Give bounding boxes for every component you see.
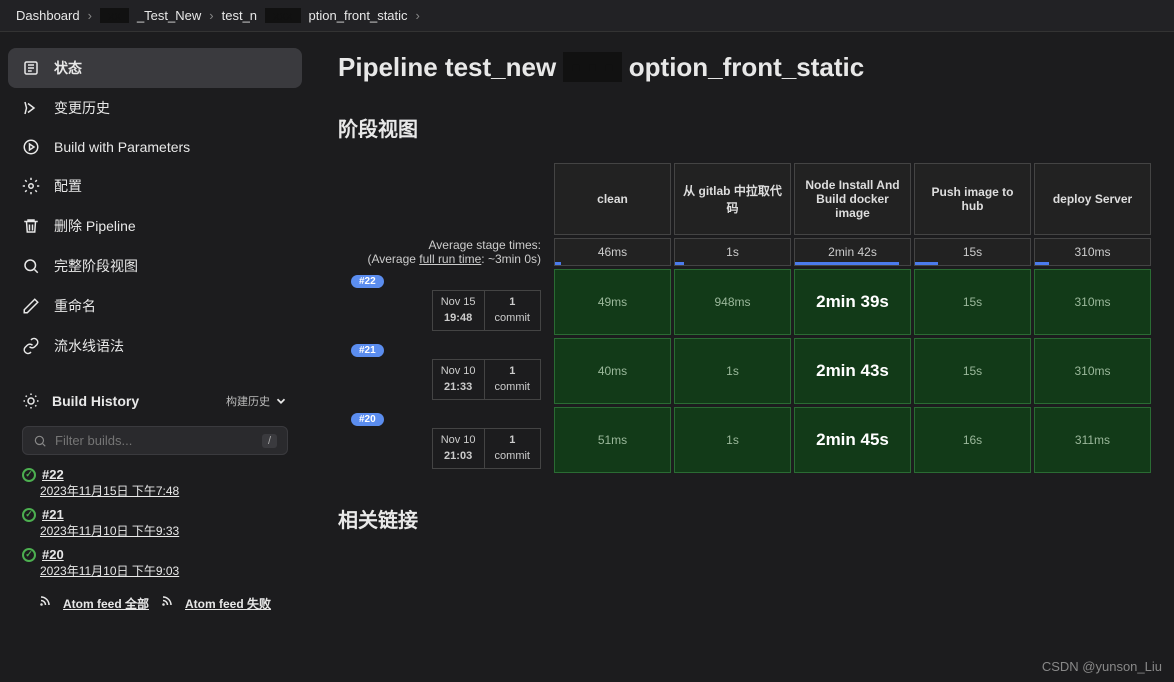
history-icon [22, 99, 40, 117]
rss-icon [161, 595, 173, 612]
trash-icon [22, 217, 40, 235]
related-links-title: 相关链接 [338, 504, 1154, 533]
stage-cell[interactable]: 15s [914, 338, 1031, 404]
nav-label: 流水线语法 [54, 336, 124, 356]
breadcrumb-item[interactable]: Dashboard [16, 8, 80, 23]
stage-average: 2min 42s [794, 238, 911, 266]
stage-cell[interactable]: 1s [674, 338, 791, 404]
run-date: Nov 1519:48 [432, 290, 485, 331]
run-id-badge[interactable]: #22 [351, 275, 384, 288]
watermark: CSDN @yunson_Liu [1042, 659, 1162, 674]
status-icon [22, 59, 40, 77]
stage-cell[interactable]: 948ms [674, 269, 791, 335]
breadcrumb: Dashboard› xx_Test_New› test_nxxxption_f… [0, 0, 1174, 32]
stage-run-row: #20 Nov 1021:03 1commit 51ms1s2min 45s16s… [341, 407, 1151, 473]
build-date[interactable]: 2023年11月10日 下午9:33 [40, 524, 179, 538]
nav-play[interactable]: Build with Parameters [8, 128, 302, 166]
sidebar: 状态变更历史 Build with Parameters 配置删除 Pipeline… [0, 32, 310, 678]
stage-view-table: clean从 gitlab 中拉取代码Node Install And Buil… [338, 160, 1154, 476]
nav-trash[interactable]: 删除 Pipeline [8, 206, 302, 246]
stage-cell[interactable]: 51ms [554, 407, 671, 473]
nav-status[interactable]: 状态 [8, 48, 302, 88]
stage-header: 从 gitlab 中拉取代码 [674, 163, 791, 235]
stage-header: deploy Server [1034, 163, 1151, 235]
stage-cell[interactable]: 2min 43s [794, 338, 911, 404]
build-history-panel: Build History 构建历史 / ✓ #22 2023年11月15日 下午7… [8, 384, 302, 624]
success-icon: ✓ [22, 508, 36, 522]
run-commits: 1commit [485, 359, 541, 400]
search-icon [22, 257, 40, 275]
run-id-badge[interactable]: #21 [351, 344, 384, 357]
run-date: Nov 1021:33 [432, 359, 485, 400]
sun-icon [22, 392, 40, 410]
nav-label: Build with Parameters [54, 139, 190, 155]
run-commits: 1commit [485, 428, 541, 469]
success-icon: ✓ [22, 548, 36, 562]
edit-icon [22, 297, 40, 315]
stage-average: 46ms [554, 238, 671, 266]
chevron-down-icon[interactable] [274, 394, 288, 408]
nav-edit[interactable]: 重命名 [8, 286, 302, 326]
stage-cell[interactable]: 15s [914, 269, 1031, 335]
nav-label: 状态 [54, 58, 82, 78]
build-history-subtitle: 构建历史 [226, 393, 270, 409]
filter-builds-input[interactable]: / [22, 426, 288, 455]
stage-run-row: #21 Nov 1021:33 1commit 40ms1s2min 43s15s… [341, 338, 1151, 404]
stage-run-row: #22 Nov 1519:48 1commit 49ms948ms2min 39s… [341, 269, 1151, 335]
stage-cell[interactable]: 311ms [1034, 407, 1151, 473]
breadcrumb-item[interactable]: test_n [222, 8, 257, 23]
breadcrumb-item[interactable]: ption_front_static [309, 8, 408, 23]
rss-icon [39, 595, 51, 612]
build-item[interactable]: ✓ #21 2023年11月10日 下午9:33 [8, 503, 302, 543]
atom-feed-fail[interactable]: Atom feed 失败 [185, 595, 271, 612]
stage-cell[interactable]: 310ms [1034, 269, 1151, 335]
stage-average: 15s [914, 238, 1031, 266]
stage-average: 1s [674, 238, 791, 266]
gear-icon [22, 177, 40, 195]
stage-average: 310ms [1034, 238, 1151, 266]
stage-cell[interactable]: 1s [674, 407, 791, 473]
main-content: Pipeline test_new ▪ ▪ ▪ option_front_sta… [310, 32, 1174, 678]
build-id[interactable]: #22 [42, 467, 64, 482]
build-date[interactable]: 2023年11月10日 下午9:03 [40, 564, 179, 578]
stage-cell[interactable]: 40ms [554, 338, 671, 404]
nav-search[interactable]: 完整阶段视图 [8, 246, 302, 286]
success-icon: ✓ [22, 468, 36, 482]
breadcrumb-item[interactable]: _Test_New [137, 8, 201, 23]
stage-cell[interactable]: 49ms [554, 269, 671, 335]
stage-header: Push image to hub [914, 163, 1031, 235]
stage-cell[interactable]: 16s [914, 407, 1031, 473]
kbd-shortcut: / [262, 434, 277, 448]
stage-view-title: 阶段视图 [338, 113, 1154, 142]
nav-link[interactable]: 流水线语法 [8, 326, 302, 366]
play-icon [22, 138, 40, 156]
stage-header: Node Install And Build docker image [794, 163, 911, 235]
build-id[interactable]: #20 [42, 547, 64, 562]
nav-gear[interactable]: 配置 [8, 166, 302, 206]
page-title: Pipeline test_new ▪ ▪ ▪ option_front_sta… [338, 52, 1154, 83]
nav-label: 配置 [54, 176, 82, 196]
stage-header: clean [554, 163, 671, 235]
build-item[interactable]: ✓ #20 2023年11月10日 下午9:03 [8, 543, 302, 583]
run-date: Nov 1021:03 [432, 428, 485, 469]
stage-cell[interactable]: 310ms [1034, 338, 1151, 404]
nav-history[interactable]: 变更历史 [8, 88, 302, 128]
nav-label: 删除 Pipeline [54, 216, 136, 236]
atom-feed-all[interactable]: Atom feed 全部 [63, 595, 149, 612]
build-history-title: Build History [52, 393, 139, 409]
stage-cell[interactable]: 2min 45s [794, 407, 911, 473]
search-icon [33, 434, 47, 448]
nav-label: 变更历史 [54, 98, 110, 118]
nav-label: 完整阶段视图 [54, 256, 138, 276]
nav-label: 重命名 [54, 296, 96, 316]
build-id[interactable]: #21 [42, 507, 64, 522]
build-date[interactable]: 2023年11月15日 下午7:48 [40, 484, 179, 498]
build-item[interactable]: ✓ #22 2023年11月15日 下午7:48 [8, 463, 302, 503]
run-commits: 1commit [485, 290, 541, 331]
run-id-badge[interactable]: #20 [351, 413, 384, 426]
link-icon [22, 337, 40, 355]
stage-cell[interactable]: 2min 39s [794, 269, 911, 335]
